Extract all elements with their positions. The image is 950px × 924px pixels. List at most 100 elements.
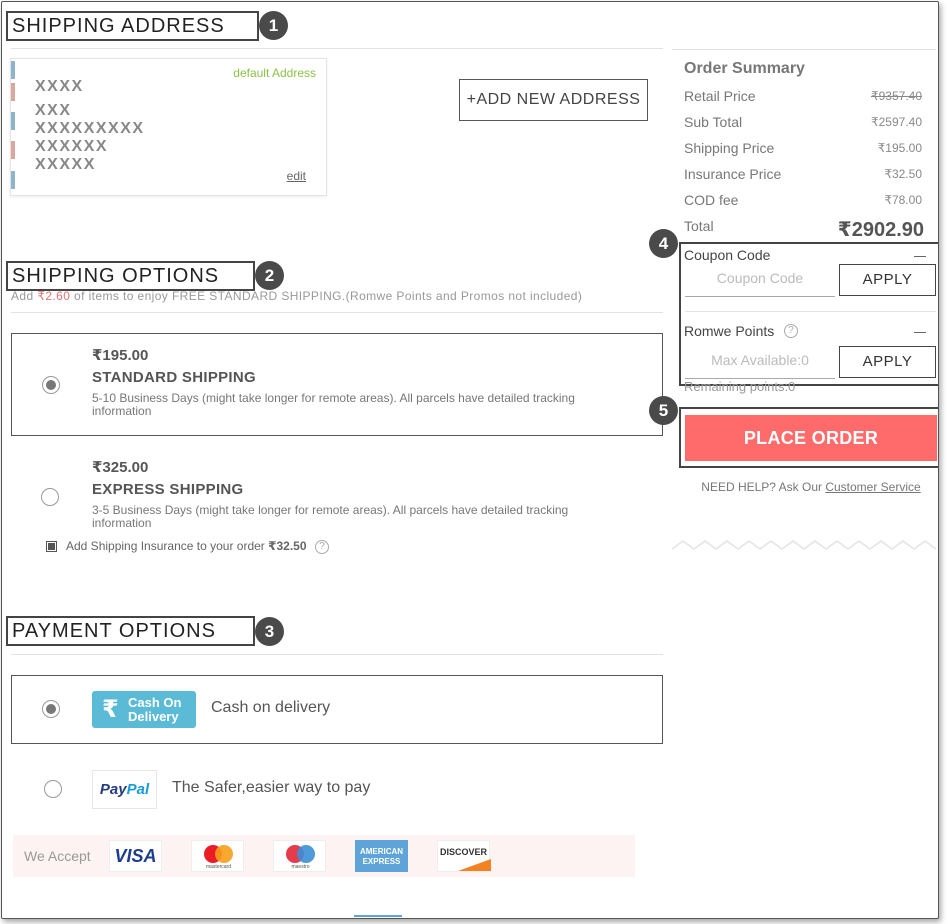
paypal-logo-pal: Pal xyxy=(126,781,150,798)
standard-shipping-desc: 5-10 Business Days (might take longer fo… xyxy=(92,391,575,418)
cash-on-delivery-badge: ₹ Cash On Delivery xyxy=(92,691,196,728)
step-badge-5: 5 xyxy=(649,396,678,425)
address-accent-bar xyxy=(11,141,15,159)
step-badge-4: 4 xyxy=(649,229,678,258)
note-text: Add xyxy=(11,289,38,303)
add-new-address-button[interactable]: +ADD NEW ADDRESS xyxy=(459,79,648,121)
question-icon[interactable]: ? xyxy=(784,324,798,338)
note-text: of items to enjoy FREE STANDARD SHIPPING… xyxy=(70,289,583,303)
free-shipping-note: Add ₹2.60 of items to enjoy FREE STANDAR… xyxy=(11,289,582,303)
maestro-icon: maestro xyxy=(273,840,326,872)
address-accent-bar xyxy=(11,83,15,101)
insurance-text: Add Shipping Insurance to your order xyxy=(66,539,269,553)
shipping-price-value: ₹195.00 xyxy=(877,141,922,155)
cod-radio[interactable] xyxy=(42,700,60,718)
edit-address-link[interactable]: edit xyxy=(287,169,306,183)
paypal-logo: PayPal xyxy=(92,770,157,809)
rupee-icon: ₹ xyxy=(102,696,119,723)
need-help-text: NEED HELP? Ask Our Customer Service xyxy=(672,480,938,494)
cod-badge-text: Cash On Delivery xyxy=(128,696,181,724)
address-card[interactable]: default Address XXXX XXX XXXXXXXXX XXXXX… xyxy=(10,58,327,196)
paypal-logo-pay: Pay xyxy=(99,781,127,798)
shipping-address-title: SHIPPING ADDRESS xyxy=(6,11,259,41)
shipping-address-title-text: SHIPPING ADDRESS xyxy=(12,15,225,37)
address-accent-bar xyxy=(11,61,15,79)
points-apply-button[interactable]: APPLY xyxy=(839,346,936,378)
place-order-button[interactable]: PLACE ORDER xyxy=(685,415,937,461)
express-shipping-desc: 3-5 Business Days (might take longer for… xyxy=(92,503,569,530)
amex-line: AMERICAN xyxy=(359,847,404,856)
divider xyxy=(11,312,663,313)
romwe-points-title: Romwe Points xyxy=(684,323,775,339)
coupon-apply-button[interactable]: APPLY xyxy=(839,264,936,296)
address-line: XXXX xyxy=(35,78,84,95)
cod-fee-value: ₹78.00 xyxy=(884,193,922,207)
retail-price-value: ₹9357.40 xyxy=(870,89,922,103)
zigzag-divider xyxy=(672,540,936,550)
shipping-options-title-text: SHIPPING OPTIONS xyxy=(12,265,220,287)
note-amount: ₹2.60 xyxy=(37,289,71,303)
address-line: XXXXXXXXX xyxy=(35,120,145,137)
points-input[interactable]: Max Available:0 xyxy=(685,345,835,379)
divider xyxy=(11,654,663,655)
need-help-label: NEED HELP? Ask Our xyxy=(701,480,826,494)
shipping-options-title: SHIPPING OPTIONS xyxy=(6,261,255,291)
payment-options-title: PAYMENT OPTIONS xyxy=(6,616,255,646)
express-shipping-radio[interactable] xyxy=(41,488,59,506)
cod-badge-line: Delivery xyxy=(128,709,179,724)
coupon-code-title: Coupon Code xyxy=(684,247,771,263)
remaining-points: Remaining points:0 xyxy=(684,379,796,394)
question-icon[interactable]: ? xyxy=(315,540,329,554)
total-label: Total xyxy=(684,218,714,234)
american-express-icon: AMERICAN EXPRESS xyxy=(355,840,408,872)
cod-badge-line: Cash On xyxy=(128,695,182,710)
address-accent-bar xyxy=(11,171,15,189)
paypal-radio[interactable] xyxy=(44,780,62,798)
address-line: XXXXXX xyxy=(35,138,109,155)
standard-shipping-price: ₹195.00 xyxy=(92,347,149,364)
insurance-amount: ₹32.50 xyxy=(268,539,307,553)
shipping-price-label: Shipping Price xyxy=(684,140,775,156)
total-value: ₹2902.90 xyxy=(837,219,924,241)
we-accept-label: We Accept xyxy=(24,848,91,864)
divider xyxy=(685,311,936,312)
divider xyxy=(672,49,936,50)
scroll-hint-bar xyxy=(354,915,402,917)
insurance-price-value: ₹32.50 xyxy=(884,167,922,181)
paypal-label: The Safer,easier way to pay xyxy=(172,779,371,796)
step-badge-1: 1 xyxy=(259,11,288,40)
address-line: XXXXX xyxy=(35,156,96,173)
coupon-code-input[interactable]: Coupon Code xyxy=(685,263,835,297)
insurance-price-label: Insurance Price xyxy=(684,166,782,182)
discover-stripe xyxy=(458,859,491,871)
default-address-tag: default Address xyxy=(233,66,316,80)
cod-label: Cash on delivery xyxy=(211,699,331,716)
customer-service-link[interactable]: Customer Service xyxy=(825,480,920,494)
mastercard-icon: mastercard xyxy=(191,840,244,872)
shipping-insurance-label: Add Shipping Insurance to your order ₹32… xyxy=(66,539,307,553)
order-summary-title: Order Summary xyxy=(684,60,805,77)
address-accent-bar xyxy=(11,112,15,130)
collapse-minus-icon[interactable] xyxy=(914,332,926,333)
divider xyxy=(11,48,663,49)
express-shipping-name: EXPRESS SHIPPING xyxy=(92,481,244,498)
payment-options-title-text: PAYMENT OPTIONS xyxy=(12,620,216,642)
amex-line: EXPRESS xyxy=(362,857,401,866)
cod-fee-label: COD fee xyxy=(684,192,739,208)
express-shipping-price: ₹325.00 xyxy=(92,459,149,476)
address-line: XXX xyxy=(35,102,72,119)
maestro-text: maestro xyxy=(291,864,310,870)
mastercard-text: mastercard xyxy=(205,864,231,870)
step-badge-2: 2 xyxy=(255,261,284,290)
shipping-insurance-checkbox[interactable] xyxy=(46,541,57,552)
collapse-minus-icon[interactable] xyxy=(914,256,926,257)
discover-icon: DISCOVER xyxy=(437,840,491,872)
standard-shipping-name: STANDARD SHIPPING xyxy=(92,369,256,386)
standard-shipping-radio[interactable] xyxy=(42,376,60,394)
discover-text: DISCOVER xyxy=(439,847,487,857)
checkout-page: SHIPPING ADDRESS 1 default Address XXXX … xyxy=(1,1,939,919)
sub-total-label: Sub Total xyxy=(684,114,743,130)
amex-text: AMERICAN EXPRESS xyxy=(356,841,407,867)
step-badge-3: 3 xyxy=(255,617,284,646)
sub-total-value: ₹2597.40 xyxy=(870,115,922,129)
